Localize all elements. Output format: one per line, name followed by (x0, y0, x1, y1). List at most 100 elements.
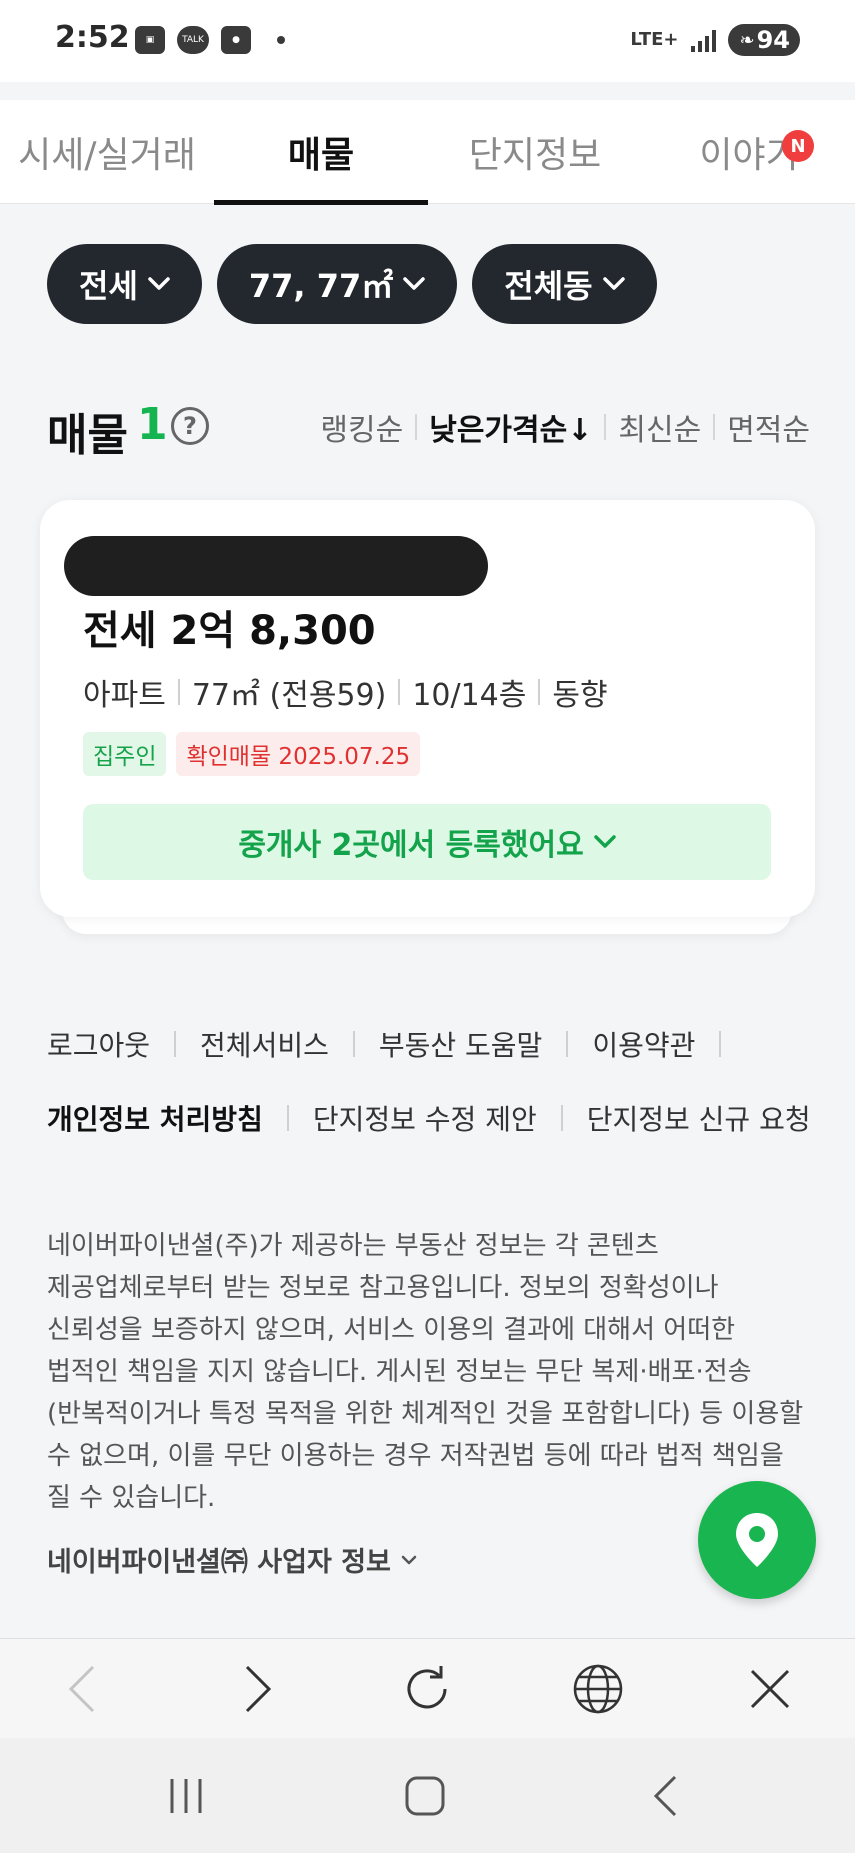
spec-direction: 동향 (552, 678, 608, 713)
owner-tag: 집주인 (83, 732, 167, 776)
divider (174, 1031, 177, 1057)
recent-apps-icon (170, 1779, 202, 1813)
system-nav-bar (0, 1738, 855, 1853)
car-icon: ● (221, 26, 251, 54)
listing-tags: 집주인 확인매물 2025.07.25 (83, 732, 421, 776)
chevron-left-icon (68, 1665, 95, 1713)
agents-button-label: 중개사 2곳에서 등록했어요 (238, 828, 584, 863)
status-right: LTE+ ❧ 94 (630, 24, 800, 56)
system-back-button[interactable] (636, 1766, 696, 1826)
recent-apps-button[interactable] (156, 1766, 216, 1826)
sort-ranking[interactable]: 랭킹순 (320, 405, 403, 449)
forward-button[interactable] (228, 1659, 288, 1719)
chevron-right-icon (245, 1665, 272, 1713)
footer-links-row2: 개인정보 처리방침 단지정보 수정 제안 단지정보 신규 요청 (47, 1098, 817, 1138)
chevron-down-icon (148, 277, 170, 290)
divider (415, 414, 418, 440)
back-arrow-icon (653, 1775, 677, 1817)
browser-toolbar (0, 1638, 855, 1738)
sort-latest[interactable]: 최신순 (618, 405, 701, 449)
tab-price-history[interactable]: 시세/실거래 (0, 100, 214, 204)
tab-listings[interactable]: 매물 (214, 100, 428, 205)
privacy-policy-link[interactable]: 개인정보 처리방침 (47, 1098, 263, 1138)
chevron-down-icon (403, 277, 426, 290)
listing-price: 전세 2억 8,300 (83, 608, 376, 654)
battery-leaf-icon: ❧ (739, 29, 755, 51)
sort-area[interactable]: 면적순 (727, 405, 810, 449)
request-new-link[interactable]: 단지정보 신규 요청 (587, 1098, 811, 1138)
divider (352, 1031, 355, 1057)
divider (177, 679, 180, 705)
image-icon: ▣ (135, 26, 165, 54)
redacted-name (64, 536, 488, 596)
business-info-toggle[interactable]: 네이버파이낸셜㈜ 사업자 정보 (47, 1540, 417, 1579)
map-pin-icon (736, 1513, 778, 1567)
tab-stories[interactable]: 이야기 (642, 100, 855, 204)
terms-link[interactable]: 이용약관 (592, 1024, 695, 1064)
sort-low-price[interactable]: 낮은가격순↓ (429, 405, 592, 449)
filter-building[interactable]: 전체동 (472, 244, 657, 324)
refresh-icon (407, 1666, 447, 1709)
listing-title: 매물 (47, 410, 128, 461)
divider (560, 1105, 563, 1131)
help-link[interactable]: 부동산 도움말 (379, 1024, 542, 1064)
map-button[interactable] (698, 1481, 816, 1599)
more-notifications-dot (277, 36, 285, 44)
battery-level: 94 (756, 26, 790, 54)
divider (538, 679, 541, 705)
network-label: LTE+ (630, 29, 679, 50)
home-button[interactable] (395, 1766, 455, 1826)
chip-label: 77, 77㎡ (248, 267, 394, 305)
home-icon (405, 1776, 445, 1816)
divider (604, 414, 607, 440)
listing-count: 1 (137, 399, 168, 450)
listing-specs: 아파트 77㎡ (전용59) 10/14층 동향 (83, 670, 608, 714)
spec-area: 77㎡ (전용59) (191, 678, 387, 713)
chip-label: 전체동 (504, 267, 593, 305)
help-icon[interactable]: ? (171, 407, 209, 445)
chevron-down-icon (593, 835, 616, 848)
new-badge: N (782, 130, 814, 162)
notification-icons: ▣ TALK ● (135, 26, 285, 54)
tab-complex-info[interactable]: 단지정보 (428, 100, 642, 204)
kakaotalk-icon: TALK (177, 26, 209, 54)
tab-label: 시세/실거래 (18, 135, 196, 176)
globe-icon (573, 1664, 623, 1714)
close-button[interactable] (740, 1659, 800, 1719)
filter-trade-type[interactable]: 전세 (47, 244, 202, 324)
close-icon (750, 1669, 790, 1709)
divider (713, 414, 716, 440)
status-bar: 2:52 ▣ TALK ● LTE+ ❧ 94 (0, 0, 855, 82)
filter-chips: 전세 77, 77㎡ 전체동 (47, 244, 657, 324)
back-button[interactable] (52, 1659, 112, 1719)
sort-options: 랭킹순 낮은가격순↓ 최신순 면적순 (320, 405, 810, 449)
logout-link[interactable]: 로그아웃 (47, 1024, 150, 1064)
globe-button[interactable] (568, 1659, 628, 1719)
disclaimer-text: 네이버파이낸셜(주)가 제공하는 부동산 정보는 각 콘텐츠 제공업체로부터 받… (47, 1231, 804, 1513)
signal-icon (690, 28, 716, 52)
spec-floor: 10/14층 (412, 678, 527, 713)
business-info-label: 네이버파이낸셜㈜ 사업자 정보 (47, 1547, 391, 1578)
suggest-edit-link[interactable]: 단지정보 수정 제안 (313, 1098, 537, 1138)
chevron-down-icon (602, 277, 625, 290)
chip-label: 전세 (79, 267, 138, 305)
refresh-button[interactable] (397, 1659, 457, 1719)
header-gap (0, 82, 855, 100)
divider (719, 1031, 722, 1057)
tab-label: 단지정보 (468, 135, 602, 176)
listing-header: 매물 1 ? 랭킹순 낮은가격순↓ 최신순 면적순 (47, 395, 810, 461)
filter-area[interactable]: 77, 77㎡ (216, 244, 458, 324)
divider (566, 1031, 569, 1057)
listing-card[interactable]: 전세 2억 8,300 아파트 77㎡ (전용59) 10/14층 동향 집주인… (40, 500, 815, 917)
footer-links-row1: 로그아웃 전체서비스 부동산 도움말 이용약관 (47, 1024, 817, 1064)
tab-label: 매물 (287, 135, 355, 176)
tab-bar: 시세/실거래 매물 단지정보 이야기 N (0, 100, 855, 205)
chevron-down-icon (401, 1555, 417, 1564)
spec-type: 아파트 (83, 678, 166, 713)
agents-expand-button[interactable]: 중개사 2곳에서 등록했어요 (83, 804, 771, 880)
all-services-link[interactable]: 전체서비스 (200, 1024, 329, 1064)
battery-indicator: ❧ 94 (727, 24, 800, 56)
verified-tag: 확인매물 2025.07.25 (176, 732, 421, 776)
divider (286, 1105, 289, 1131)
divider (398, 679, 401, 705)
